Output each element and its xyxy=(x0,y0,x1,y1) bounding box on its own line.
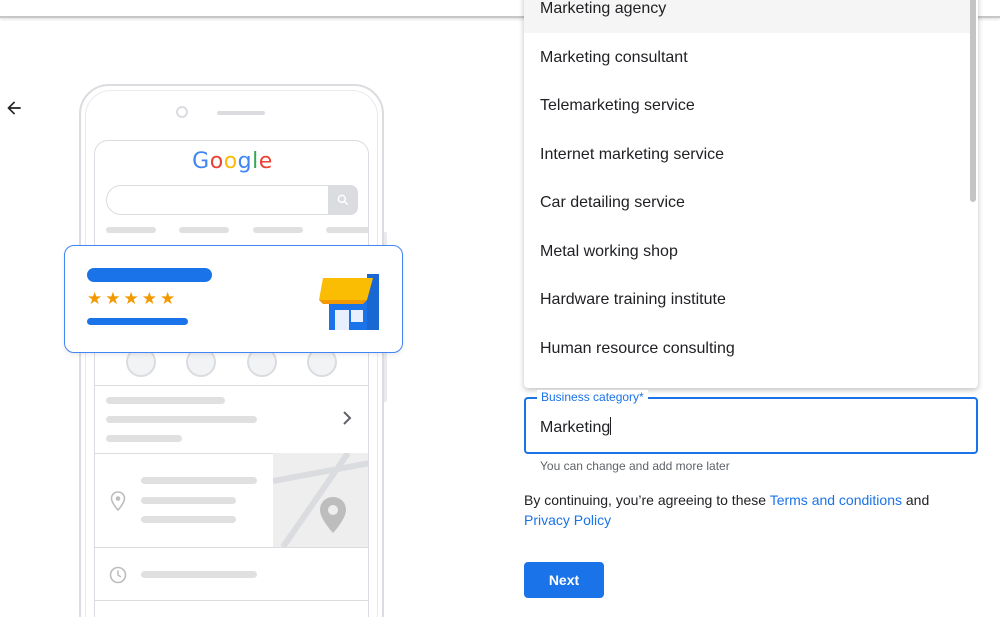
mock-text-line xyxy=(141,516,236,523)
mock-text-line xyxy=(106,435,182,442)
dropdown-scrollbar[interactable] xyxy=(970,0,976,202)
helper-text: You can change and add more later xyxy=(540,459,730,473)
suggestion-item[interactable]: Internet marketing service xyxy=(524,131,970,179)
arrow-back-icon xyxy=(7,101,21,115)
star-icon: ★ xyxy=(141,289,157,308)
phone-screen: Google xyxy=(94,140,369,617)
mock-tab xyxy=(106,227,156,233)
terms-link[interactable]: Terms and conditions xyxy=(770,492,902,508)
text-caret xyxy=(610,417,612,435)
phone-speaker xyxy=(217,111,265,115)
mock-text-line xyxy=(141,477,257,484)
business-category-input[interactable]: Business category* Marketing xyxy=(524,390,978,454)
store-icon xyxy=(319,274,379,330)
chevron-right-icon xyxy=(343,411,352,425)
google-logo: Google xyxy=(192,149,273,174)
mock-text-line xyxy=(141,571,257,578)
suggestion-item[interactable]: Telemarketing service xyxy=(524,82,970,130)
card-title-bar xyxy=(87,268,212,282)
mock-divider xyxy=(95,600,368,601)
category-suggestions-dropdown: Marketing agency Marketing consultant Te… xyxy=(524,0,978,388)
suggestion-item[interactable]: Hardware training institute xyxy=(524,276,970,324)
business-card-illustration: ★ ★ ★ ★ ★ xyxy=(64,245,403,353)
star-icon: ★ xyxy=(87,289,103,308)
clock-icon xyxy=(109,566,127,584)
mock-text-line xyxy=(141,497,236,504)
suggestion-item[interactable]: Marketing consultant xyxy=(524,34,970,82)
star-icon: ★ xyxy=(123,289,139,308)
next-button[interactable]: Next xyxy=(524,562,604,598)
phone-camera xyxy=(176,106,188,118)
mock-divider xyxy=(95,385,368,386)
business-category-label: Business category* xyxy=(537,390,648,404)
terms-notice: By continuing, you’re agreeing to these … xyxy=(524,492,930,528)
mock-search-bar xyxy=(106,185,358,215)
back-button[interactable] xyxy=(2,96,26,120)
card-rating-stars: ★ ★ ★ ★ ★ xyxy=(87,290,175,308)
card-subtitle-bar xyxy=(87,318,188,325)
mock-tab xyxy=(326,227,368,233)
suggestion-item[interactable]: Metal working shop xyxy=(524,228,970,276)
star-icon: ★ xyxy=(105,289,121,308)
mock-map xyxy=(273,453,368,547)
business-category-value: Marketing xyxy=(540,417,612,436)
mock-search-button xyxy=(328,185,358,215)
search-icon xyxy=(337,194,349,206)
suggestion-item[interactable]: Marketing agency xyxy=(524,0,970,33)
mock-text-line xyxy=(106,416,257,423)
suggestion-item[interactable]: Human resource consulting xyxy=(524,325,970,373)
location-pin-icon xyxy=(110,491,126,511)
star-icon: ★ xyxy=(160,289,176,308)
privacy-policy-link[interactable]: Privacy Policy xyxy=(524,512,611,528)
mock-tab xyxy=(179,227,229,233)
suggestion-item[interactable]: Car detailing service xyxy=(524,179,970,227)
mock-text-line xyxy=(106,397,225,404)
mock-tab xyxy=(253,227,303,233)
mock-divider xyxy=(95,547,368,548)
